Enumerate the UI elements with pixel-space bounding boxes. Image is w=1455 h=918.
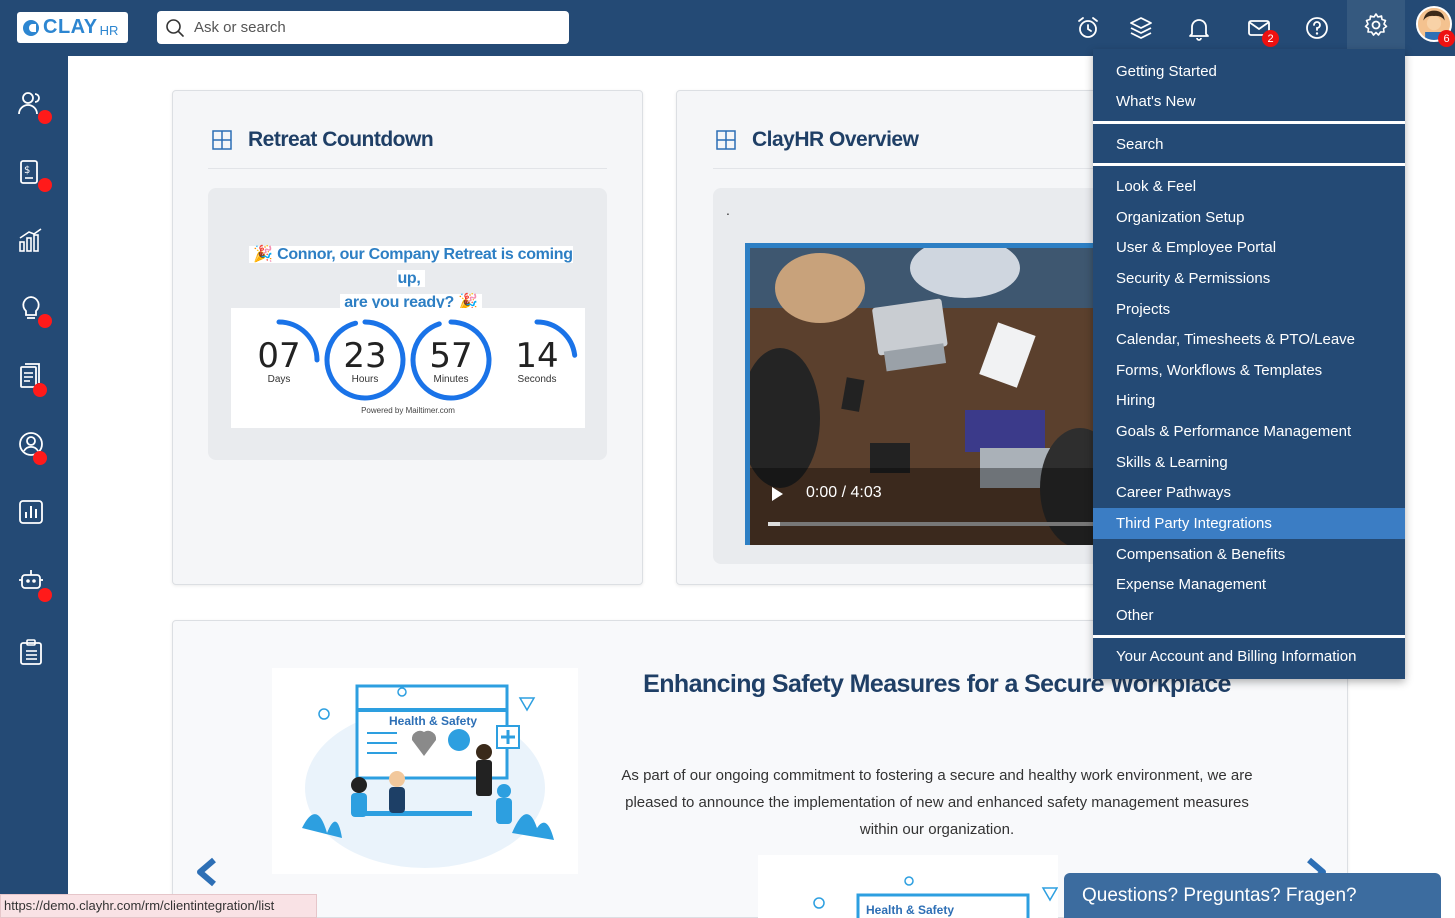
sidebar-alert-dot: [38, 314, 52, 328]
menu-item-organization-setup[interactable]: Organization Setup: [1093, 202, 1405, 233]
clayhr-logo[interactable]: CLAY HR: [17, 12, 128, 43]
countdown-seconds-value: 14: [515, 336, 559, 376]
status-bar-url: https://demo.clayhr.com/rm/clientintegra…: [0, 894, 317, 918]
sidebar-alert-dot: [38, 588, 52, 602]
sidebar-item-analytics[interactable]: [17, 226, 47, 256]
clayhr-overview-title: ClayHR Overview: [716, 128, 919, 152]
countdown-message: 🎉 Connor, our Company Retreat is coming …: [236, 243, 586, 315]
health-safety-illustration: [302, 684, 554, 868]
countdown-minutes-value: 57: [429, 336, 473, 376]
overview-dot: .: [726, 202, 730, 218]
countdown-minutes: 57 Minutes: [409, 318, 493, 402]
alarm-clock-icon: [1078, 17, 1098, 38]
logo-text: CLAY: [43, 16, 98, 38]
menu-item-other[interactable]: Other: [1093, 600, 1405, 631]
sidebar-alert-dot: [38, 110, 52, 124]
layers-button[interactable]: [1123, 10, 1159, 46]
bar-chart-icon: [19, 500, 43, 524]
menu-item-getting-started[interactable]: Getting Started: [1093, 56, 1405, 87]
settings-menu: Getting Started What's New Search Look &…: [1093, 49, 1405, 679]
clipboard-icon: [20, 639, 42, 665]
bell-icon: [1189, 19, 1209, 41]
chevron-left-icon: [197, 857, 216, 887]
widget-grid-icon: [212, 130, 232, 150]
sidebar-alert-dot: [38, 178, 52, 192]
overview-video[interactable]: 0:00 / 4:03: [745, 243, 1105, 545]
countdown-days-value: 07: [257, 336, 301, 376]
layers-icon: [1130, 17, 1152, 39]
countdown-hours-label: Hours: [351, 374, 379, 385]
svg-text:$: $: [24, 165, 30, 176]
card-divider: [208, 168, 607, 169]
menu-item-skills-learning[interactable]: Skills & Learning: [1093, 447, 1405, 478]
countdown-powered-by: Powered by Mailtimer.com: [361, 406, 455, 415]
top-bar: CLAY HR 2 6: [0, 0, 1455, 56]
widget-grid-icon: [716, 130, 736, 150]
countdown-seconds-label: Seconds: [517, 374, 557, 385]
chat-widget-button[interactable]: Questions? Preguntas? Fragen?: [1064, 873, 1441, 918]
menu-item-look-and-feel[interactable]: Look & Feel: [1093, 171, 1405, 202]
card-divider: [713, 168, 1106, 169]
sidebar-alert-dot: [33, 383, 47, 397]
menu-item-account-billing[interactable]: Your Account and Billing Information: [1093, 641, 1405, 672]
menu-item-search[interactable]: Search: [1093, 129, 1405, 160]
countdown-hours: 23 Hours: [323, 318, 407, 402]
clayhr-overview-title-text: ClayHR Overview: [752, 128, 919, 151]
countdown-message-line1: 🎉 Connor, our Company Retreat is coming …: [249, 246, 573, 287]
countdown-days-label: Days: [267, 374, 291, 385]
help-button[interactable]: [1299, 10, 1335, 46]
logo-sub: HR: [99, 22, 119, 38]
retreat-countdown-title-text: Retreat Countdown: [248, 128, 434, 151]
safety-illustration: [272, 668, 578, 874]
video-time: 0:00 / 4:03: [806, 484, 882, 501]
menu-item-user-employee-portal[interactable]: User & Employee Portal: [1093, 232, 1405, 263]
video-progress-bar[interactable]: [768, 522, 1105, 526]
retreat-countdown-title: Retreat Countdown: [212, 128, 434, 152]
search-input[interactable]: [194, 19, 554, 36]
logo-mark-icon: [23, 19, 39, 36]
menu-item-third-party-integrations[interactable]: Third Party Integrations: [1093, 508, 1405, 539]
sidebar-item-reports[interactable]: [17, 498, 47, 528]
analytics-icon: [19, 228, 42, 252]
countdown-days: 07 Days: [237, 318, 321, 402]
menu-item-whats-new[interactable]: What's New: [1093, 86, 1405, 117]
video-thumbnail: [750, 248, 1105, 545]
countdown-timer-panel: 07 Days 23 Hours 57 Minutes 14 Seconds P…: [231, 308, 585, 428]
article-body: As part of our ongoing commitment to fos…: [621, 767, 1253, 838]
menu-item-goals-performance[interactable]: Goals & Performance Management: [1093, 416, 1405, 447]
sidebar: $: [0, 56, 68, 918]
illustration-label-small: Health & Safety: [866, 903, 955, 917]
illustration-label: Health & Safety: [389, 714, 478, 728]
menu-separator: [1093, 121, 1405, 124]
countdown-hours-value: 23: [343, 336, 387, 376]
menu-item-calendar-timesheets[interactable]: Calendar, Timesheets & PTO/Leave: [1093, 324, 1405, 355]
menu-item-compensation-benefits[interactable]: Compensation & Benefits: [1093, 539, 1405, 570]
video-scene-image: [750, 248, 1105, 545]
menu-item-expense-management[interactable]: Expense Management: [1093, 569, 1405, 600]
menu-item-hiring[interactable]: Hiring: [1093, 385, 1405, 416]
notifications-button[interactable]: [1181, 10, 1217, 46]
avatar-badge: 6: [1438, 30, 1455, 47]
help-icon: [1306, 17, 1328, 39]
menu-separator: [1093, 635, 1405, 638]
countdown-seconds: 14 Seconds: [495, 318, 579, 402]
play-button[interactable]: [772, 487, 783, 501]
menu-item-forms-workflows[interactable]: Forms, Workflows & Templates: [1093, 355, 1405, 386]
menu-item-projects[interactable]: Projects: [1093, 294, 1405, 325]
gear-icon: [1364, 12, 1388, 36]
mail-badge: 2: [1262, 30, 1279, 47]
settings-button[interactable]: [1347, 0, 1405, 49]
menu-item-security-permissions[interactable]: Security & Permissions: [1093, 263, 1405, 294]
sidebar-alert-dot: [33, 451, 47, 465]
countdown-minutes-label: Minutes: [433, 374, 469, 385]
search-box[interactable]: [157, 11, 569, 44]
menu-separator: [1093, 163, 1405, 166]
search-icon: [166, 18, 184, 37]
sidebar-item-checklist[interactable]: [17, 638, 47, 668]
carousel-prev-button[interactable]: [194, 857, 220, 887]
menu-item-career-pathways[interactable]: Career Pathways: [1093, 477, 1405, 508]
alarm-clock-button[interactable]: [1070, 10, 1106, 46]
